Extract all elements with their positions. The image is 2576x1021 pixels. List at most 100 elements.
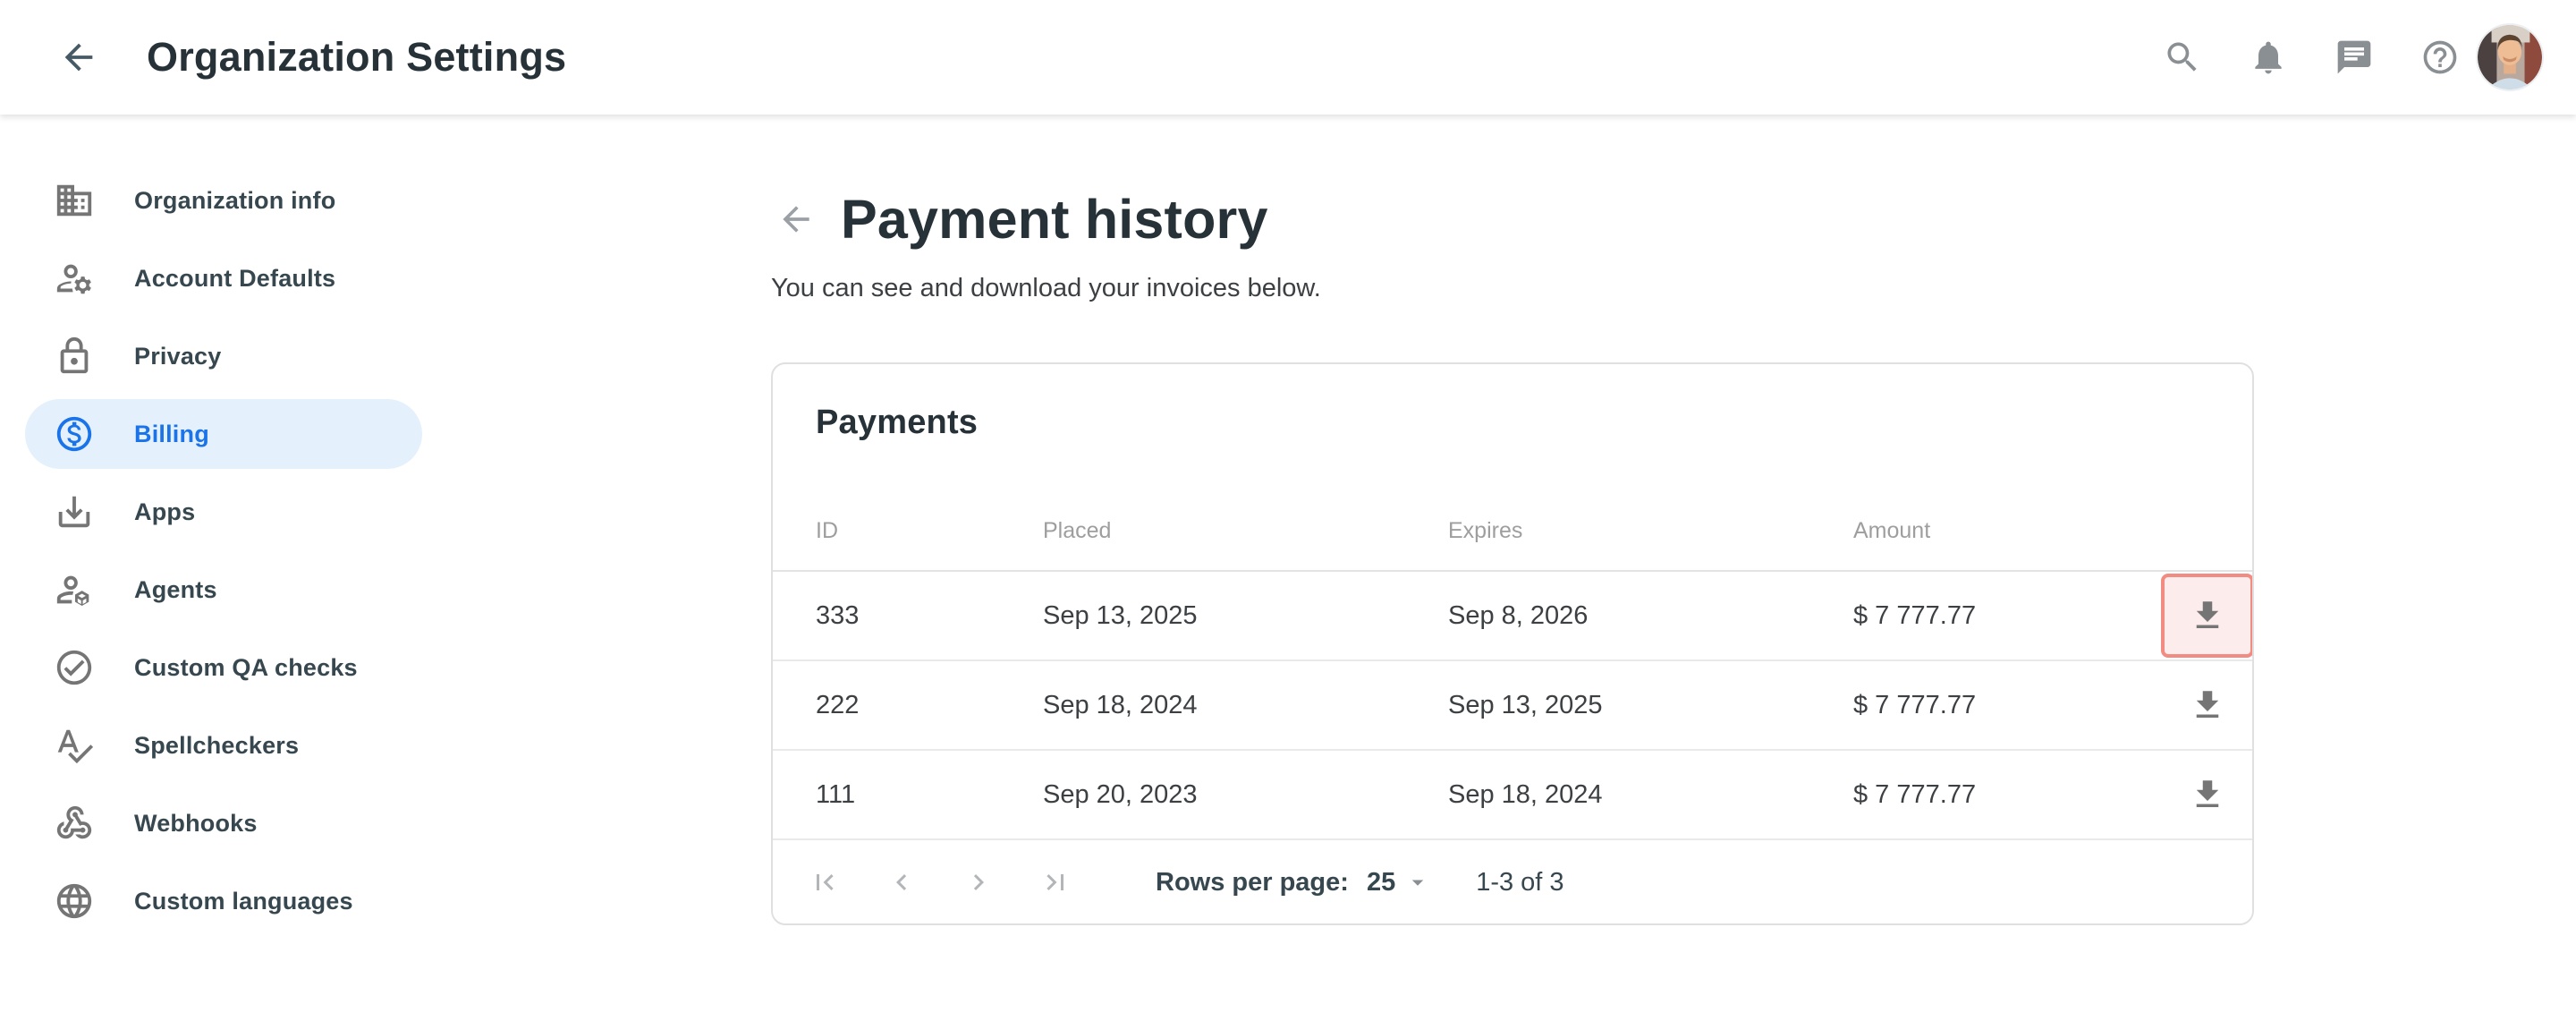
cell-placed: Sep 20, 2023 [1043,750,1448,839]
pagination-nav [807,864,1114,900]
chevron-left-button[interactable] [884,864,919,900]
notifications-icon [2249,38,2288,77]
table-row: 222 Sep 18, 2024 Sep 13, 2025 $ 7 777.77 [773,660,2254,750]
cell-actions [2148,750,2254,839]
sidebar-item-agents[interactable]: Agents [25,555,422,625]
table-row: 333 Sep 13, 2025 Sep 8, 2026 $ 7 777.77 [773,571,2254,660]
sidebar-item-label: Billing [134,421,209,448]
app-header: Organization Settings [0,0,2576,115]
column-actions [2148,492,2254,571]
cell-expires: Sep 18, 2024 [1448,750,1853,839]
rows-per-page-select[interactable]: 25 [1367,868,1431,898]
avatar-photo [2478,25,2542,89]
download-invoice-button[interactable] [2161,663,2254,747]
sidebar-item-label: Organization info [134,187,335,215]
chat-icon [2334,38,2374,77]
sidebar-item-label: Spellcheckers [134,732,299,760]
column-placed: Placed [1043,492,1448,571]
arrow-left-icon [58,37,99,78]
cell-actions [2148,660,2254,750]
sidebar: Organization info Account Defaults Priva… [0,115,447,1021]
first-page-button[interactable] [807,864,843,900]
payments-card-title: Payments [816,404,2252,442]
download-icon [2189,776,2226,813]
download-icon [2189,597,2226,634]
webhook-icon [54,803,95,844]
table-header-row: ID Placed Expires Amount [773,492,2254,571]
sidebar-item-account-defaults[interactable]: Account Defaults [25,243,422,313]
page-head: Payment history [771,188,2576,251]
cell-id: 333 [773,571,1043,660]
column-expires: Expires [1448,492,1853,571]
cell-placed: Sep 13, 2025 [1043,571,1448,660]
sidebar-item-label: Custom QA checks [134,654,358,682]
sidebar-item-spellcheckers[interactable]: Spellcheckers [25,710,422,780]
sidebar-item-label: Account Defaults [134,265,335,293]
cell-id: 111 [773,750,1043,839]
globe-icon [54,881,95,922]
cell-amount: $ 7 777.77 [1853,660,2148,750]
help-icon [2420,38,2460,77]
cell-expires: Sep 13, 2025 [1448,660,1853,750]
sidebar-item-label: Privacy [134,343,221,370]
cell-amount: $ 7 777.77 [1853,750,2148,839]
sidebar-item-custom-languages[interactable]: Custom languages [25,866,422,936]
chevron-left-icon [886,866,918,898]
page-subtitle: You can see and download your invoices b… [771,274,2576,303]
header-actions [2157,32,2465,82]
payments-card: Payments ID Placed Expires Amount 333 Se… [771,362,2254,925]
cell-id: 222 [773,660,1043,750]
first-page-icon [809,866,841,898]
sidebar-item-label: Webhooks [134,810,258,838]
sidebar-item-billing[interactable]: Billing [25,399,422,469]
sidebar-item-label: Apps [134,498,195,526]
last-page-icon [1039,866,1072,898]
table-pagination: Rows per page: 25 1-3 of 3 [773,840,2252,924]
notifications-button[interactable] [2243,32,2293,82]
lock-icon [54,336,95,377]
header-back-button[interactable] [50,29,107,86]
column-id: ID [773,492,1043,571]
cell-placed: Sep 18, 2024 [1043,660,1448,750]
sidebar-item-custom-qa-checks[interactable]: Custom QA checks [25,633,422,702]
payments-table: ID Placed Expires Amount 333 Sep 13, 202… [773,492,2254,840]
cell-expires: Sep 8, 2026 [1448,571,1853,660]
chevron-right-icon [962,866,995,898]
download-icon [2189,686,2226,724]
spellcheck-icon [54,725,95,766]
building-icon [54,180,95,221]
agent-cube-icon [54,569,95,610]
chat-button[interactable] [2329,32,2379,82]
pagination-range: 1-3 of 3 [1476,868,1563,898]
table-row: 111 Sep 20, 2023 Sep 18, 2024 $ 7 777.77 [773,750,2254,839]
last-page-button[interactable] [1038,864,1073,900]
cell-amount: $ 7 777.77 [1853,571,2148,660]
dropdown-arrow-icon [1404,869,1431,896]
rows-per-page-label: Rows per page: [1156,868,1349,898]
page-back-button[interactable] [771,194,821,244]
search-button[interactable] [2157,32,2207,82]
help-button[interactable] [2415,32,2465,82]
app-title: Organization Settings [147,34,566,81]
check-circle-icon [54,647,95,688]
dollar-circle-icon [54,413,95,455]
sidebar-item-label: Custom languages [134,888,353,915]
rows-per-page-value: 25 [1367,868,1395,898]
sidebar-item-privacy[interactable]: Privacy [25,321,422,391]
manage-accounts-icon [54,258,95,299]
page-title: Payment history [841,188,1268,251]
download-invoice-button[interactable] [2161,753,2254,837]
chevron-right-button[interactable] [961,864,996,900]
column-amount: Amount [1853,492,2148,571]
search-icon [2163,38,2202,77]
sidebar-item-organization-info[interactable]: Organization info [25,166,422,235]
sidebar-item-apps[interactable]: Apps [25,477,422,547]
download-tray-icon [54,491,95,532]
sidebar-item-webhooks[interactable]: Webhooks [25,788,422,858]
main-content: Payment history You can see and download… [447,115,2576,1021]
user-avatar[interactable] [2476,23,2544,91]
download-invoice-button[interactable] [2161,574,2254,658]
arrow-left-icon [776,200,816,239]
sidebar-item-label: Agents [134,576,217,604]
cell-actions [2148,571,2254,660]
